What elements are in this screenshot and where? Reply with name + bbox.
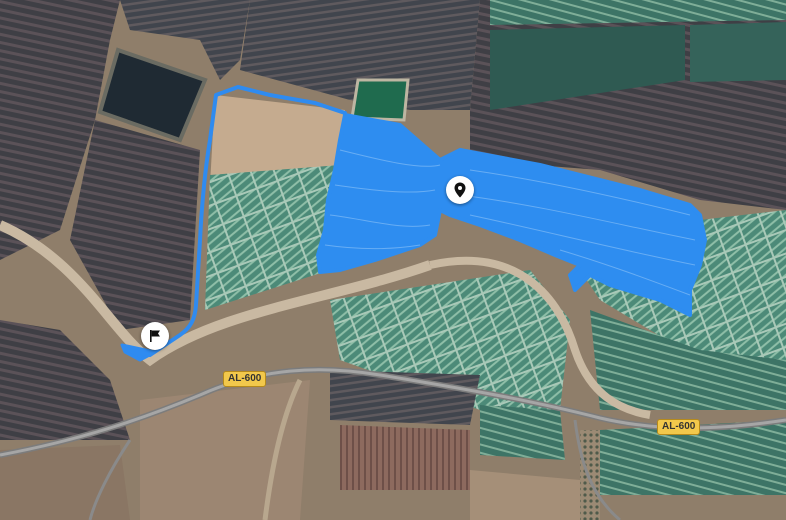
road-label-al600-east: AL-600 bbox=[657, 419, 701, 435]
track-line[interactable] bbox=[148, 85, 347, 357]
field-marker[interactable] bbox=[446, 176, 474, 204]
coverage-overlay bbox=[120, 85, 707, 362]
road-label-al600-west: AL-600 bbox=[223, 371, 267, 387]
satellite-map[interactable]: AL-600 AL-600 bbox=[0, 0, 786, 520]
field-coverage-area[interactable] bbox=[316, 113, 707, 317]
flag-icon bbox=[150, 330, 160, 342]
location-pin-icon bbox=[454, 182, 466, 198]
start-marker[interactable] bbox=[141, 322, 169, 350]
